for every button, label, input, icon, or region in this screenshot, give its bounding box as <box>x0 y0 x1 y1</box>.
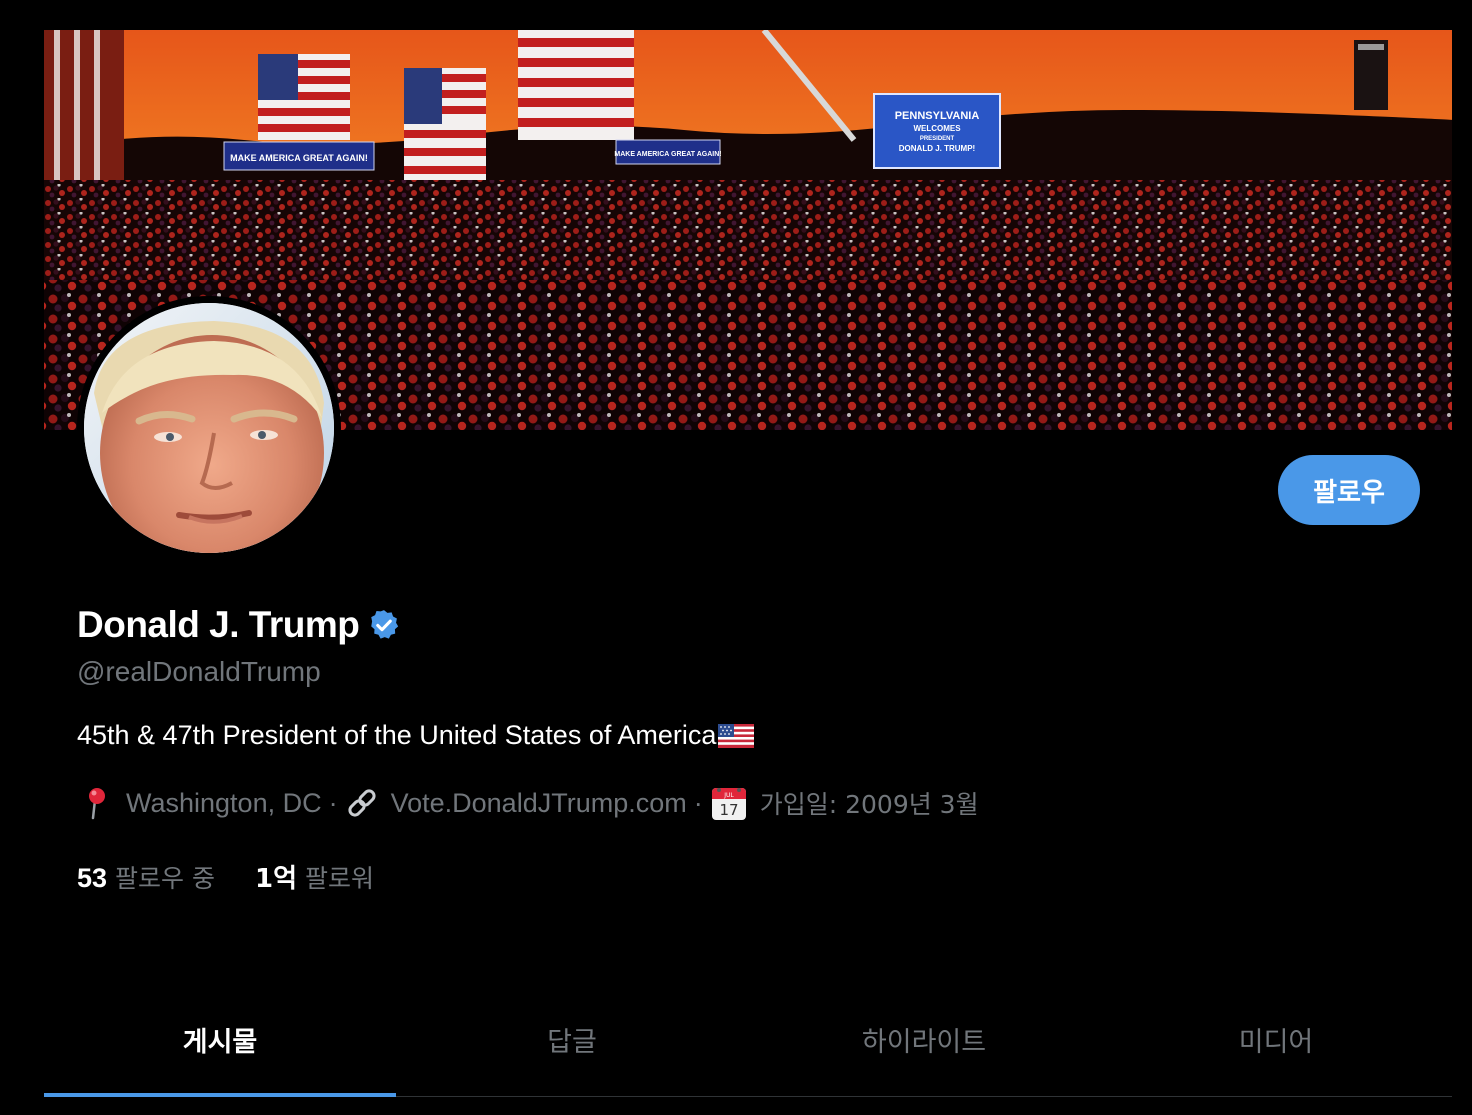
followers-count-link[interactable]: 1억 팔로워 <box>255 858 374 895</box>
banner-jumbotron: PENNSYLVANIA WELCOMES PRESIDENT DONALD J… <box>873 93 1001 169</box>
bio-text: 45th & 47th President of the United Stat… <box>77 720 717 750</box>
calendar-icon: JUL 17 <box>710 784 748 822</box>
joined-date-text: 가입일: 2009년 3월 <box>759 790 979 819</box>
profile-page: MAKE AMERICA GREAT AGAIN! MAKE AMERICA G… <box>0 0 1472 1115</box>
active-tab-indicator <box>44 1093 396 1097</box>
profile-tabs: 게시물 답글 하이라이트 미디어 <box>44 990 1452 1097</box>
svg-text:WELCOMES: WELCOMES <box>913 124 961 133</box>
follow-stats: 53 팔로우 중 1억 팔로워 <box>77 858 374 895</box>
banner-sign-left: MAKE AMERICA GREAT AGAIN! <box>223 141 375 171</box>
tab-replies[interactable]: 답글 <box>396 990 748 1096</box>
display-name: Donald J. Trump <box>77 604 360 645</box>
follow-button[interactable]: 팔로우 <box>1278 455 1420 525</box>
svg-text:PRESIDENT: PRESIDENT <box>920 136 955 142</box>
meta-separator: · <box>328 787 338 818</box>
following-label: 팔로우 중 <box>115 863 215 893</box>
tab-label: 하이라이트 <box>861 1026 987 1058</box>
avatar-photo <box>84 303 334 553</box>
location-item: Washington, DC <box>80 786 322 820</box>
tab-label: 답글 <box>547 1026 597 1058</box>
verified-badge-icon[interactable] <box>367 608 401 642</box>
svg-text:PENNSYLVANIA: PENNSYLVANIA <box>895 110 980 122</box>
followers-count: 1억 <box>255 864 298 894</box>
following-count: 53 <box>77 862 108 893</box>
website-link[interactable]: Vote.DonaldJTrump.com <box>391 788 687 819</box>
followers-label: 팔로워 <box>305 864 375 893</box>
location-text: Washington, DC <box>126 787 322 818</box>
tab-label: 게시물 <box>182 1026 258 1058</box>
pin-icon <box>80 786 114 820</box>
profile-bio: 45th & 47th President of the United Stat… <box>77 720 755 751</box>
profile-meta: Washington, DC · Vote.DonaldJTrump.com · <box>80 784 979 822</box>
svg-text:MAKE AMERICA GREAT AGAIN!: MAKE AMERICA GREAT AGAIN! <box>230 153 368 163</box>
tab-highlights[interactable]: 하이라이트 <box>748 990 1100 1096</box>
following-count-link[interactable]: 53 팔로우 중 <box>77 859 215 895</box>
tab-posts[interactable]: 게시물 <box>44 990 396 1097</box>
link-icon <box>345 786 379 820</box>
joined-item: JUL 17 가입일: 2009년 3월 <box>710 784 979 822</box>
website-item[interactable]: Vote.DonaldJTrump.com <box>345 786 687 820</box>
flag-us-icon <box>718 723 755 748</box>
svg-text:DONALD J. TRUMP!: DONALD J. TRUMP! <box>899 144 975 153</box>
tab-media[interactable]: 미디어 <box>1100 990 1452 1096</box>
svg-text:17: 17 <box>719 801 738 819</box>
profile-avatar[interactable] <box>77 296 341 560</box>
banner-sign-middle: MAKE AMERICA GREAT AGAIN! <box>614 139 722 165</box>
profile-name-row: Donald J. Trump <box>77 604 401 646</box>
tab-label: 미디어 <box>1238 1026 1314 1058</box>
svg-text:MAKE AMERICA GREAT AGAIN!: MAKE AMERICA GREAT AGAIN! <box>614 151 721 158</box>
meta-separator: · <box>693 787 703 818</box>
svg-text:JUL: JUL <box>723 792 734 799</box>
profile-handle: @realDonaldTrump <box>77 656 321 687</box>
